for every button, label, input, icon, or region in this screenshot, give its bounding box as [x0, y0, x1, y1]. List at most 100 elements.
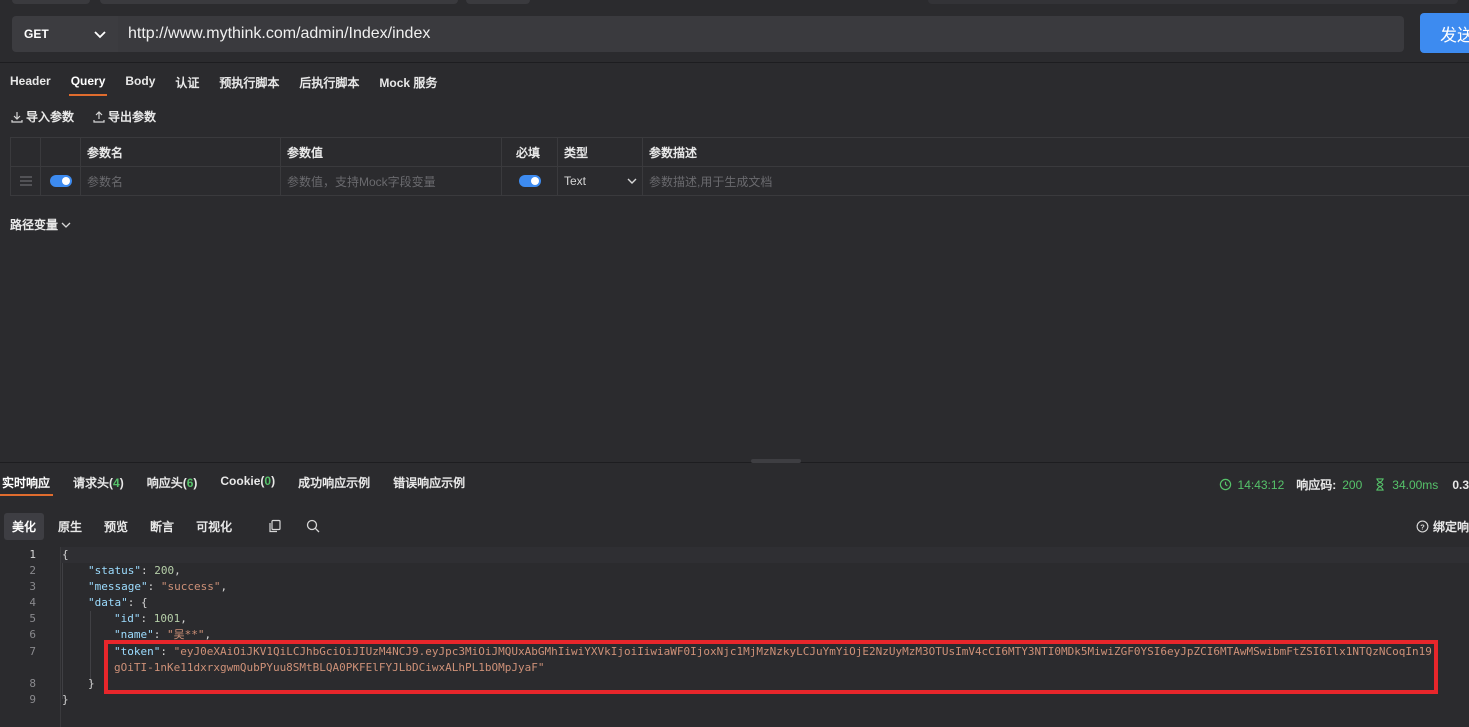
enable-col-header [41, 138, 81, 166]
tab-response-headers[interactable]: 响应头(6) [145, 468, 209, 496]
tab-body[interactable]: Body [115, 66, 165, 96]
param-actions: 导入参数 导出参数 [10, 108, 156, 125]
top-tab[interactable] [466, 0, 530, 4]
col-param-value: 参数值 [281, 138, 502, 166]
tab-pre-script[interactable]: 预执行脚本 [209, 66, 289, 96]
tab-query[interactable]: Query [61, 66, 116, 96]
response-time: 14:43:12 [1237, 477, 1285, 492]
tab-post-script[interactable]: 后执行脚本 [289, 66, 369, 96]
panel-resize-handle[interactable] [751, 459, 801, 463]
import-params-button[interactable]: 导入参数 [10, 108, 74, 125]
tab-request-headers[interactable]: 请求头(4) [71, 468, 135, 496]
response-view-tabs: 美化 原生 预览 断言 可视化 [4, 512, 320, 540]
import-label: 导入参数 [26, 110, 75, 124]
req-headers-count: 4 [113, 476, 120, 490]
table-row: 参数名 参数值，支持Mock字段变量 Text 参数描述,用于生成文档 [10, 167, 1469, 196]
download-icon [11, 111, 23, 123]
method-label: GET [24, 27, 49, 41]
search-icon[interactable] [306, 519, 320, 533]
response-tabs: 实时响应 请求头(4) 响应头(6) Cookie(0) 成功响应示例 错误响应… [0, 468, 486, 496]
type-value: Text [564, 174, 587, 188]
col-desc: 参数描述 [649, 145, 698, 160]
response-divider [0, 462, 1469, 463]
view-tab-pretty[interactable]: 美化 [4, 512, 45, 540]
top-search[interactable] [928, 0, 1458, 4]
hourglass-icon [1376, 478, 1384, 491]
cookie-label: Cookie( [220, 474, 265, 488]
response-duration: 34.00ms [1392, 477, 1439, 492]
request-tabs: Header Query Body 认证 预执行脚本 后执行脚本 Mock 服务 [0, 66, 447, 96]
required-toggle-cell [502, 167, 558, 195]
param-name-input[interactable]: 参数名 [81, 167, 281, 195]
json-string: "success" [160, 580, 221, 593]
indent-guide [62, 563, 63, 699]
status-code: 200 [1342, 477, 1363, 492]
code-text: } [62, 693, 69, 706]
current-line-highlight [60, 547, 1469, 563]
drag-handle-cell[interactable] [10, 167, 41, 195]
json-number: 1001 [153, 612, 181, 625]
response-code-editor[interactable]: 1{ 2 "status": 200, 3 "message": "success"… [0, 547, 1469, 727]
close-paren: ) [119, 476, 124, 490]
clock-icon [1219, 478, 1231, 491]
export-label: 导出参数 [108, 110, 157, 124]
params-table-header: 参数名 参数值 必填 类型 参数描述 [10, 138, 1469, 167]
chevron-down-icon [61, 222, 71, 228]
top-tab[interactable] [100, 0, 458, 4]
view-tools [268, 519, 320, 533]
close-paren: ) [193, 476, 198, 490]
tab-mock[interactable]: Mock 服务 [369, 66, 447, 96]
upload-icon [93, 110, 105, 123]
json-key: "data" [88, 596, 128, 609]
type-select[interactable]: Text [558, 167, 643, 195]
svg-text:?: ? [1420, 522, 1425, 531]
view-tab-visualize[interactable]: 可视化 [188, 513, 240, 540]
col-required: 必填 [502, 138, 558, 166]
chevron-down-icon [627, 178, 637, 184]
code-text: { [62, 548, 69, 561]
view-tab-assert[interactable]: 断言 [142, 513, 182, 540]
top-tab-strip [0, 0, 1469, 8]
param-desc-input[interactable]: 参数描述,用于生成文档 [643, 167, 1469, 195]
response-meta: 14:43:12 响应码: 200 34.00ms 0.3 [1219, 476, 1469, 493]
top-tab[interactable] [12, 0, 90, 4]
drag-handle-icon [19, 176, 32, 186]
copy-icon[interactable] [268, 519, 282, 533]
json-key: "id" [114, 612, 141, 625]
indent-guide [90, 611, 91, 683]
view-tab-raw[interactable]: 原生 [50, 513, 90, 540]
tab-success-example[interactable]: 成功响应示例 [296, 468, 381, 496]
url-input[interactable]: http://www.mythink.com/admin/Index/index [118, 16, 1404, 52]
json-number: 200 [154, 564, 175, 577]
export-params-button[interactable]: 导出参数 [92, 108, 156, 125]
send-button[interactable]: 发送 [1420, 13, 1469, 53]
tab-header[interactable]: Header [0, 66, 61, 96]
tab-live-response[interactable]: 实时响应 [0, 468, 61, 496]
params-table: 参数名 参数值 必填 类型 参数描述 参数名 参数值，支持Mock字段变量 Te… [10, 137, 1469, 196]
json-key: "message" [88, 580, 148, 593]
path-variables-toggle[interactable]: 路径变量 [10, 216, 72, 233]
param-value-input[interactable]: 参数值，支持Mock字段变量 [281, 167, 502, 195]
help-circle-icon: ? [1416, 520, 1429, 533]
api-client-window: GET http://www.mythink.com/admin/Index/i… [0, 0, 1469, 727]
chevron-down-icon [94, 31, 106, 39]
status-code-label: 响应码: [1296, 478, 1337, 492]
col-param-name: 参数名 [81, 138, 281, 166]
response-size: 0.3 [1452, 477, 1469, 492]
bind-label: 绑定响 [1432, 520, 1469, 534]
tab-cookie[interactable]: Cookie(0) [218, 468, 286, 496]
bind-response-button[interactable]: ? 绑定响 [1416, 518, 1469, 535]
enable-toggle-cell [41, 167, 81, 195]
enable-toggle[interactable] [49, 175, 72, 187]
view-tab-preview[interactable]: 预览 [96, 513, 136, 540]
token-highlight-box [104, 640, 1438, 694]
tab-error-example[interactable]: 错误响应示例 [391, 468, 476, 496]
drag-col-header [10, 138, 41, 166]
gutter-divider [60, 547, 61, 727]
method-select[interactable]: GET [12, 16, 118, 52]
col-type: 类型 [558, 138, 643, 166]
path-var-label: 路径变量 [10, 218, 59, 232]
tab-auth[interactable]: 认证 [165, 66, 209, 96]
required-toggle[interactable] [518, 175, 541, 187]
url-bar: GET http://www.mythink.com/admin/Index/i… [0, 8, 1469, 60]
